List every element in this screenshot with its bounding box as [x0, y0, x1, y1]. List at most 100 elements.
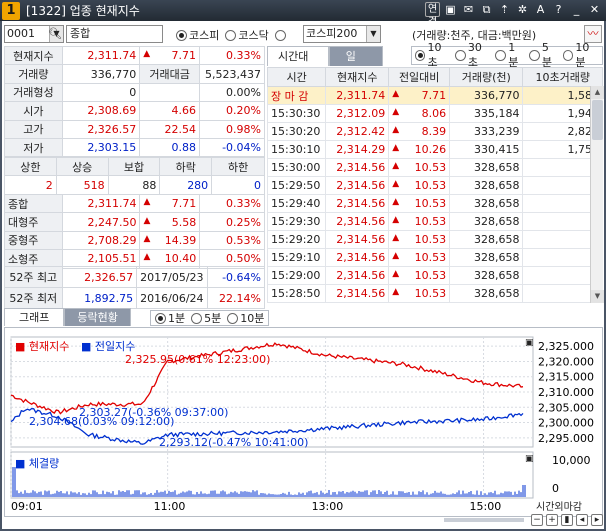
- tab-time[interactable]: 시간대별: [267, 46, 329, 82]
- tab-breadth[interactable]: 등락현황: [64, 308, 131, 326]
- cur-chg: 7.71: [171, 49, 197, 63]
- size-pct: 0.25%: [199, 212, 265, 232]
- expand-icon[interactable]: ▣: [525, 454, 534, 464]
- chart-interval-radios: 1분 5분 10분: [150, 310, 270, 326]
- scroll-down-icon[interactable]: ▼: [591, 290, 604, 303]
- table-row[interactable]: 15:29:102,314.56▲10.53328,6580: [266, 248, 603, 267]
- table-row[interactable]: 15:30:002,314.56▲10.53328,6580: [266, 158, 603, 177]
- table-row[interactable]: 15:30:20 2,312.42 ▲ 8.39 333,239 2,824: [266, 122, 603, 141]
- radio-30s[interactable]: 30초: [455, 41, 491, 70]
- form-value: 0: [61, 82, 141, 103]
- size-pct: 0.33%: [199, 193, 265, 214]
- breadth-header: 상승: [55, 156, 109, 177]
- index-name-field[interactable]: 종합: [66, 25, 163, 43]
- bottom-tabs: 그래프 등락현황: [4, 308, 131, 326]
- radio-kospi[interactable]: 코스피: [176, 27, 219, 43]
- prev-icon[interactable]: ◂: [576, 514, 588, 526]
- scroll-thumb[interactable]: [592, 100, 603, 140]
- print-icon[interactable]: ▣: [443, 2, 458, 17]
- high-chg: 22.54: [139, 119, 201, 139]
- radio-chart-5m[interactable]: 5분: [191, 310, 221, 326]
- size-chg: 7.71: [171, 197, 197, 211]
- table-row: 거래량 336,770 거래대금 5,523,437: [4, 64, 265, 84]
- size-value: 2,311.74: [61, 193, 141, 214]
- search-icon[interactable]: 🔍︎: [48, 27, 62, 40]
- up-triangle-icon: ▲: [143, 215, 151, 226]
- bar-chart-icon[interactable]: ▮: [561, 514, 573, 526]
- y-tick-label: 2,295.000: [538, 432, 594, 445]
- col-header: 10초거래량: [522, 67, 603, 87]
- low-chg: 0.88: [139, 137, 201, 158]
- size-label: 중형주: [4, 230, 63, 251]
- chevron-down-icon[interactable]: ▼: [366, 26, 380, 42]
- table-row[interactable]: 15:29:002,314.56▲10.53328,6580: [266, 266, 603, 285]
- table-row[interactable]: 15:30:30 2,312.09 ▲ 8.06 335,184 1,945: [266, 104, 603, 123]
- radio-10s[interactable]: 10초: [414, 41, 451, 70]
- table-row[interactable]: 15:29:202,314.56▲10.53328,6580: [266, 230, 603, 249]
- table-row[interactable]: 15:29:402,314.56▲10.53328,6580: [266, 194, 603, 213]
- size-chg: 5.58: [171, 215, 197, 229]
- table-row: 저가 2,303.15 0.88 -0.04%: [4, 137, 265, 158]
- y-tick-label: 2,310.000: [538, 386, 594, 399]
- summary-table: 현재지수 2,311.74 ▲ 7.71 0.33% 거래량 336,770 거래…: [4, 45, 265, 158]
- title-buttons: 연결 ▣ ✉ ⧉ ⇡ ✲ A ? _ ✕: [425, 2, 602, 28]
- form-pct: 0.00%: [199, 82, 265, 103]
- annotation-high: 2,325.95(0.61% 12:23:00): [125, 353, 271, 366]
- table-row[interactable]: 15:28:502,314.56▲10.53328,6580: [266, 284, 603, 303]
- link-button[interactable]: 연결: [425, 2, 440, 28]
- table-row[interactable]: 15:29:302,314.56▲10.53328,6580: [266, 212, 603, 231]
- radio-chart-1m[interactable]: 1분: [155, 310, 185, 326]
- settings-icon[interactable]: ✲: [515, 2, 530, 17]
- w52-high-label: 52주 최고: [4, 266, 63, 288]
- code-value: 0001: [7, 27, 35, 40]
- scroll-up-icon[interactable]: ▲: [591, 86, 604, 99]
- zoom-out-icon[interactable]: −: [531, 514, 543, 526]
- radio-5m[interactable]: 5분: [529, 41, 559, 70]
- tab-graph[interactable]: 그래프: [4, 308, 65, 326]
- w52-low-label: 52주 최저: [4, 287, 63, 309]
- chart-scrollbar[interactable]: [444, 518, 524, 522]
- open-chg: 4.66: [139, 101, 201, 121]
- radio-kosdaq[interactable]: 코스닥: [225, 27, 269, 43]
- cur-value: 2,311.74: [61, 45, 141, 66]
- next-icon[interactable]: ▸: [591, 514, 603, 526]
- pin-icon[interactable]: ⇡: [497, 2, 512, 17]
- zoom-in-icon[interactable]: +: [546, 514, 558, 526]
- font-icon[interactable]: A: [533, 2, 548, 17]
- minimize-icon[interactable]: _: [569, 2, 584, 17]
- w52-high: 2,326.57: [61, 266, 138, 288]
- radio-1m[interactable]: 1분: [495, 41, 525, 70]
- time-table: 시간 현재지수 전일대비 거래량(천) 10초거래량 장 마 감 2,311.74…: [266, 67, 603, 303]
- table-row[interactable]: 15:29:502,314.56▲10.53328,6580: [266, 176, 603, 195]
- volume-tick-label: 0: [552, 482, 559, 495]
- app-number-icon: 1: [2, 1, 20, 20]
- size-label: 종합: [4, 193, 63, 214]
- radio-other[interactable]: [274, 27, 286, 43]
- table-row: 현재지수 2,311.74 ▲ 7.71 0.33%: [4, 45, 265, 66]
- cur-pct: 0.33%: [199, 45, 265, 66]
- breadth-table: 상한 상승 보합 하락 하한 2 518 88 280 0: [4, 156, 265, 195]
- table-row[interactable]: 장 마 감 2,311.74 ▲ 7.71 336,770 1,586: [266, 86, 603, 105]
- mail-icon[interactable]: ✉: [461, 2, 476, 17]
- index-chart[interactable]: 2,325.000 2,320.000 2,315.000 2,310.000 2,30…: [4, 327, 603, 517]
- help-icon[interactable]: ?: [551, 2, 566, 17]
- radio-chart-10m[interactable]: 10분: [227, 310, 264, 326]
- index-select[interactable]: 코스피200 ▼: [303, 25, 381, 43]
- title-bar: 1 [1322] 업종 현재지수 연결 ▣ ✉ ⧉ ⇡ ✲ A ? _ ✕: [0, 0, 606, 28]
- up-triangle-icon: ▲: [143, 252, 151, 263]
- amt-label: 거래대금: [139, 64, 201, 84]
- table-scrollbar[interactable]: ▲ ▼: [590, 86, 604, 303]
- chart-toolbar: − + ▮ ◂ ▸: [4, 512, 603, 528]
- copy-icon[interactable]: ⧉: [479, 2, 494, 17]
- close-icon[interactable]: ✕: [587, 2, 602, 17]
- col-header: 현재지수: [325, 67, 390, 87]
- radio-10m[interactable]: 10분: [562, 41, 599, 70]
- expand-icon[interactable]: ▣: [525, 338, 534, 348]
- y-tick-label: 2,325.000: [538, 340, 594, 353]
- y-ticks: 2,325.000 2,320.000 2,315.000 2,310.000 2,30…: [538, 340, 594, 495]
- tab-daily[interactable]: 일별: [328, 46, 383, 82]
- breadth-header: 보합: [107, 156, 161, 177]
- table-row[interactable]: 15:30:10 2,314.29 ▲ 10.26 330,415 1,757: [266, 140, 603, 159]
- table-row: 고가 2,326.57 22.54 0.98%: [4, 119, 265, 139]
- breadth-value: 280: [159, 175, 213, 195]
